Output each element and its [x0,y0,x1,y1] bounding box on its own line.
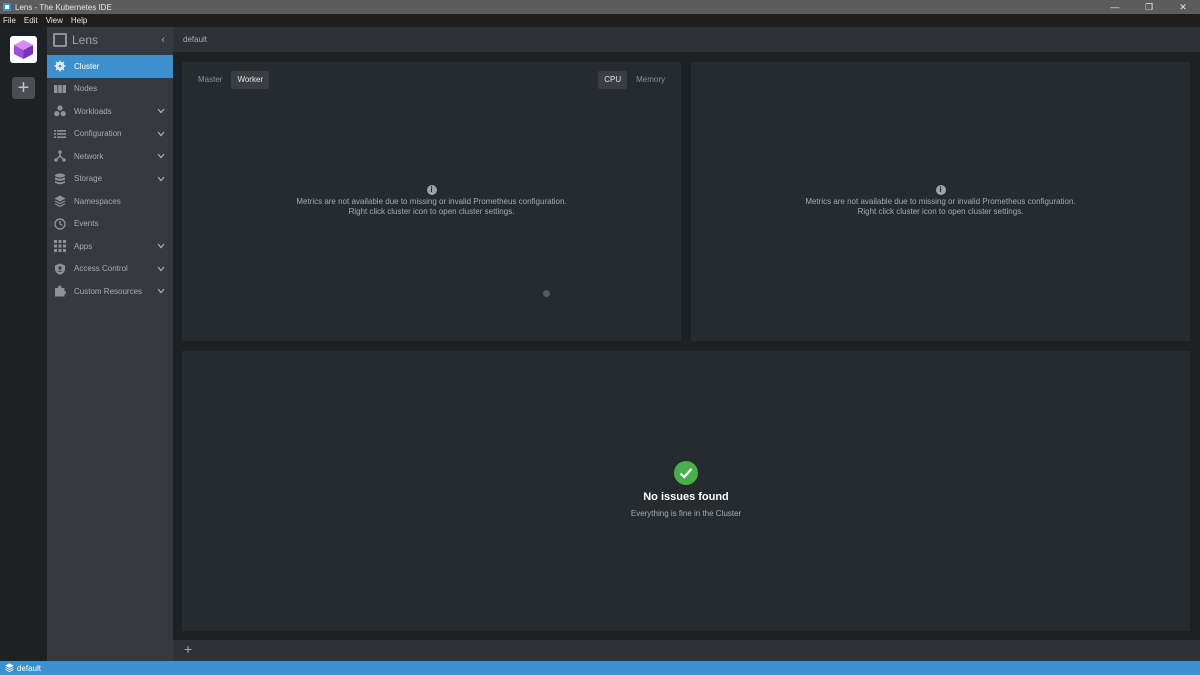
nodes-icon [54,83,66,95]
check-circle-icon [674,461,698,485]
sidebar-item-label: Cluster [74,61,100,71]
cluster-icon[interactable] [10,36,37,63]
window-titlebar: Lens - The Kubernetes IDE — ❐ ✕ [0,0,1200,14]
sidebar-item-events[interactable]: Events [47,213,173,236]
network-icon [54,150,66,163]
sidebar-item-label: Storage [74,174,103,184]
loading-spinner-icon [543,290,550,297]
sidebar: Lens ‹ Cluster Nodes Workloads Configura… [47,27,173,661]
sidebar-item-storage[interactable]: Storage [47,168,173,191]
menu-file[interactable]: File [3,16,16,25]
tab-master[interactable]: Master [192,71,228,89]
info-icon: i [935,185,946,195]
sidebar-item-label: Custom Resources [74,286,143,296]
metrics-message-line2: Right click cluster icon to open cluster… [857,207,1024,216]
metrics-message-line2: Right click cluster icon to open cluster… [348,207,515,216]
chevron-down-icon [157,265,165,274]
status-bar: default [0,661,1200,675]
cube-icon [14,40,33,59]
chevron-down-icon [157,242,165,251]
sidebar-item-apps[interactable]: Apps [47,235,173,258]
sidebar-item-custom-resources[interactable]: Custom Resources [47,280,173,303]
sidebar-item-workloads[interactable]: Workloads [47,100,173,123]
sidebar-item-label: Workloads [74,106,112,116]
sidebar-item-label: Namespaces [74,196,121,206]
close-button[interactable]: ✕ [1166,0,1200,14]
sidebar-item-label: Network [74,151,104,161]
no-issues-status: No issues found Everything is fine in th… [182,461,1190,518]
sidebar-item-nodes[interactable]: Nodes [47,78,173,101]
layers-icon [54,195,66,208]
list-icon [54,128,66,140]
storage-icon [54,173,66,185]
app-icon [3,3,11,11]
apps-grid-icon [54,240,66,253]
menu-view[interactable]: View [46,16,63,25]
helm-wheel-icon [54,60,66,72]
sidebar-title: Lens [72,32,99,47]
lens-logo-icon [53,32,67,47]
cluster-issues-panel: No issues found Everything is fine in th… [182,351,1190,631]
layers-icon [5,662,14,674]
metrics-message-line1: Metrics are not available due to missing… [805,197,1076,206]
sidebar-item-network[interactable]: Network [47,145,173,168]
add-cluster-button[interactable]: + [12,77,35,99]
metrics-unavailable-message: i Metrics are not available due to missi… [182,185,681,217]
chevron-left-icon[interactable]: ‹ [161,34,165,46]
menu-bar: File Edit View Help [0,14,1200,27]
puzzle-icon [54,285,66,297]
sidebar-item-cluster[interactable]: Cluster [47,55,173,78]
sidebar-item-label: Events [74,219,99,229]
sidebar-item-label: Configuration [74,129,122,139]
sidebar-item-label: Nodes [74,84,98,94]
issues-title: No issues found [643,491,729,503]
metrics-message-line1: Metrics are not available due to missing… [296,197,567,206]
chevron-down-icon [157,107,165,116]
chevron-down-icon [157,130,165,139]
sidebar-item-label: Access Control [74,264,128,274]
cluster-overview: Master Worker CPU Memory i Metrics are n… [173,52,1200,640]
window-title: Lens - The Kubernetes IDE [15,2,112,12]
minimize-button[interactable]: — [1098,0,1132,14]
info-icon: i [426,185,437,195]
chevron-down-icon [157,152,165,161]
dock-bar: + [173,640,1200,661]
workloads-icon [54,105,66,117]
metrics-panel: Master Worker CPU Memory i Metrics are n… [182,62,681,341]
sidebar-item-configuration[interactable]: Configuration [47,123,173,146]
metrics-unavailable-message: i Metrics are not available due to missi… [691,185,1190,217]
shield-icon [54,263,66,275]
new-terminal-button[interactable]: + [184,641,192,657]
chevron-down-icon [157,287,165,296]
breadcrumb-cluster: default [183,35,208,44]
tab-cpu[interactable]: CPU [598,71,628,89]
tab-worker[interactable]: Worker [231,71,270,89]
clusters-bar: + [0,27,47,661]
node-type-tabs: Master Worker [192,71,270,89]
tab-memory[interactable]: Memory [630,71,671,89]
sidebar-item-access-control[interactable]: Access Control [47,258,173,281]
sidebar-header: Lens ‹ [47,27,173,53]
sidebar-item-label: Apps [74,241,93,251]
menu-help[interactable]: Help [71,16,87,25]
restore-button[interactable]: ❐ [1132,0,1166,14]
usage-panel: i Metrics are not available due to missi… [691,62,1190,341]
clock-icon [54,218,66,230]
status-cluster-name[interactable]: default [17,664,41,673]
sidebar-item-namespaces[interactable]: Namespaces [47,190,173,213]
metric-tabs: CPU Memory [598,71,671,89]
breadcrumb: default [173,27,1200,52]
issues-subtitle: Everything is fine in the Cluster [630,509,742,518]
chevron-down-icon [157,175,165,184]
menu-edit[interactable]: Edit [24,16,38,25]
